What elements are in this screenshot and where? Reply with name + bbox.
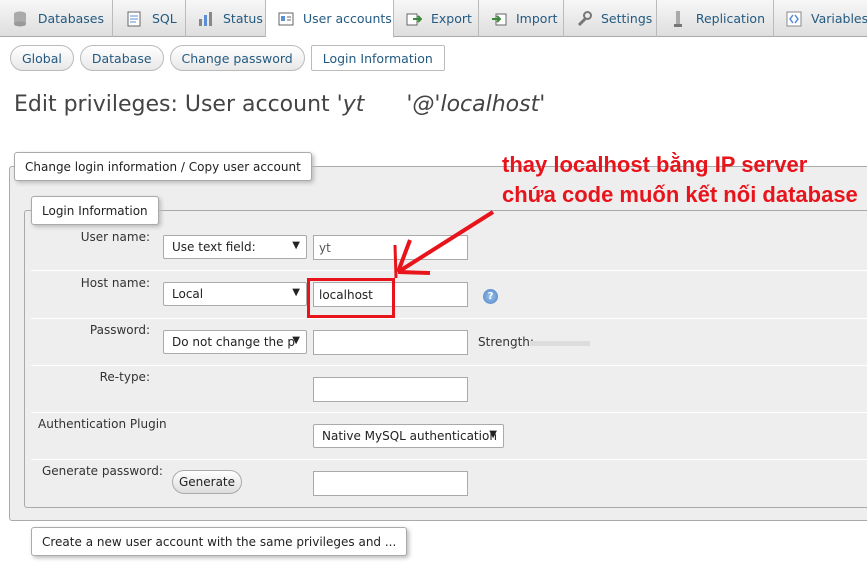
annotation-arrow [393, 210, 495, 279]
annotation-text: thay localhost bằng IP server chứa code … [502, 152, 858, 207]
